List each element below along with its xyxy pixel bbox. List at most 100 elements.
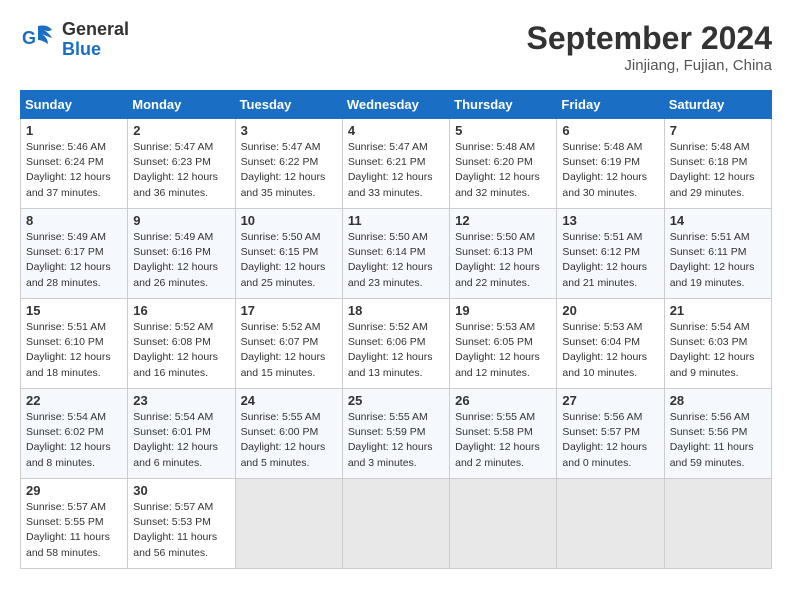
day-number: 25 xyxy=(348,393,444,408)
calendar-day: 26 Sunrise: 5:55 AMSunset: 5:58 PMDayligh… xyxy=(450,389,557,479)
header-monday: Monday xyxy=(128,91,235,119)
day-info: Sunrise: 5:55 AMSunset: 5:58 PMDaylight:… xyxy=(455,410,551,471)
page-header: G General Blue September 2024 Jinjiang, … xyxy=(20,20,772,74)
calendar-week-row: 8 Sunrise: 5:49 AMSunset: 6:17 PMDaylight… xyxy=(21,209,772,299)
day-number: 4 xyxy=(348,123,444,138)
header-thursday: Thursday xyxy=(450,91,557,119)
day-number: 19 xyxy=(455,303,551,318)
day-info: Sunrise: 5:49 AMSunset: 6:16 PMDaylight:… xyxy=(133,230,229,291)
location: Jinjiang, Fujian, China xyxy=(527,57,772,74)
calendar-day: 15 Sunrise: 5:51 AMSunset: 6:10 PMDayligh… xyxy=(21,299,128,389)
title-block: September 2024 Jinjiang, Fujian, China xyxy=(527,20,772,74)
calendar-day: 24 Sunrise: 5:55 AMSunset: 6:00 PMDayligh… xyxy=(235,389,342,479)
day-info: Sunrise: 5:54 AMSunset: 6:01 PMDaylight:… xyxy=(133,410,229,471)
calendar-day: 22 Sunrise: 5:54 AMSunset: 6:02 PMDayligh… xyxy=(21,389,128,479)
day-number: 14 xyxy=(670,213,766,228)
day-info: Sunrise: 5:47 AMSunset: 6:21 PMDaylight:… xyxy=(348,140,444,201)
day-info: Sunrise: 5:56 AMSunset: 5:57 PMDaylight:… xyxy=(562,410,658,471)
day-number: 22 xyxy=(26,393,122,408)
weekday-header-row: Sunday Monday Tuesday Wednesday Thursday… xyxy=(21,91,772,119)
calendar-week-row: 29Sunrise: 5:57 AMSunset: 5:55 PMDayligh… xyxy=(21,479,772,569)
header-saturday: Saturday xyxy=(664,91,771,119)
calendar-day: 5Sunrise: 5:48 AMSunset: 6:20 PMDaylight… xyxy=(450,119,557,209)
day-number: 18 xyxy=(348,303,444,318)
calendar-day: 29Sunrise: 5:57 AMSunset: 5:55 PMDayligh… xyxy=(21,479,128,569)
calendar-day: 12Sunrise: 5:50 AMSunset: 6:13 PMDayligh… xyxy=(450,209,557,299)
logo: G General Blue xyxy=(20,20,129,60)
svg-text:G: G xyxy=(22,28,36,48)
day-info: Sunrise: 5:50 AMSunset: 6:13 PMDaylight:… xyxy=(455,230,551,291)
calendar-day: 8 Sunrise: 5:49 AMSunset: 6:17 PMDaylight… xyxy=(21,209,128,299)
day-number: 5 xyxy=(455,123,551,138)
calendar-day-empty xyxy=(342,479,449,569)
calendar-day: 17 Sunrise: 5:52 AMSunset: 6:07 PMDayligh… xyxy=(235,299,342,389)
day-info: Sunrise: 5:52 AMSunset: 6:06 PMDaylight:… xyxy=(348,320,444,381)
day-info: Sunrise: 5:48 AMSunset: 6:19 PMDaylight:… xyxy=(562,140,658,201)
day-number: 8 xyxy=(26,213,122,228)
month-title: September 2024 xyxy=(527,20,772,57)
day-number: 28 xyxy=(670,393,766,408)
day-info: Sunrise: 5:50 AMSunset: 6:14 PMDaylight:… xyxy=(348,230,444,291)
day-number: 9 xyxy=(133,213,229,228)
day-info: Sunrise: 5:46 AMSunset: 6:24 PMDaylight:… xyxy=(26,140,122,201)
calendar-day: 10Sunrise: 5:50 AMSunset: 6:15 PMDayligh… xyxy=(235,209,342,299)
day-info: Sunrise: 5:51 AMSunset: 6:12 PMDaylight:… xyxy=(562,230,658,291)
day-number: 21 xyxy=(670,303,766,318)
calendar-week-row: 22 Sunrise: 5:54 AMSunset: 6:02 PMDayligh… xyxy=(21,389,772,479)
calendar-day: 25 Sunrise: 5:55 AMSunset: 5:59 PMDayligh… xyxy=(342,389,449,479)
calendar-day-empty xyxy=(557,479,664,569)
day-info: Sunrise: 5:52 AMSunset: 6:07 PMDaylight:… xyxy=(241,320,337,381)
calendar-table: Sunday Monday Tuesday Wednesday Thursday… xyxy=(20,90,772,569)
logo-icon: G xyxy=(20,22,56,58)
day-number: 17 xyxy=(241,303,337,318)
day-info: Sunrise: 5:53 AMSunset: 6:05 PMDaylight:… xyxy=(455,320,551,381)
day-info: Sunrise: 5:55 AMSunset: 6:00 PMDaylight:… xyxy=(241,410,337,471)
calendar-day: 14Sunrise: 5:51 AMSunset: 6:11 PMDayligh… xyxy=(664,209,771,299)
logo-line1: General xyxy=(62,20,129,40)
calendar-day-empty xyxy=(235,479,342,569)
day-number: 15 xyxy=(26,303,122,318)
day-number: 13 xyxy=(562,213,658,228)
header-tuesday: Tuesday xyxy=(235,91,342,119)
calendar-day: 13 Sunrise: 5:51 AMSunset: 6:12 PMDayligh… xyxy=(557,209,664,299)
day-number: 3 xyxy=(241,123,337,138)
day-number: 11 xyxy=(348,213,444,228)
day-info: Sunrise: 5:55 AMSunset: 5:59 PMDaylight:… xyxy=(348,410,444,471)
calendar-day: 27 Sunrise: 5:56 AMSunset: 5:57 PMDayligh… xyxy=(557,389,664,479)
day-number: 27 xyxy=(562,393,658,408)
day-info: Sunrise: 5:54 AMSunset: 6:03 PMDaylight:… xyxy=(670,320,766,381)
day-info: Sunrise: 5:56 AMSunset: 5:56 PMDaylight:… xyxy=(670,410,766,471)
day-info: Sunrise: 5:48 AMSunset: 6:18 PMDaylight:… xyxy=(670,140,766,201)
calendar-week-row: 15 Sunrise: 5:51 AMSunset: 6:10 PMDayligh… xyxy=(21,299,772,389)
day-info: Sunrise: 5:51 AMSunset: 6:10 PMDaylight:… xyxy=(26,320,122,381)
day-number: 24 xyxy=(241,393,337,408)
day-info: Sunrise: 5:49 AMSunset: 6:17 PMDaylight:… xyxy=(26,230,122,291)
header-sunday: Sunday xyxy=(21,91,128,119)
calendar-day: 18 Sunrise: 5:52 AMSunset: 6:06 PMDayligh… xyxy=(342,299,449,389)
calendar-day: 6Sunrise: 5:48 AMSunset: 6:19 PMDaylight… xyxy=(557,119,664,209)
calendar-day-empty xyxy=(664,479,771,569)
day-number: 26 xyxy=(455,393,551,408)
header-friday: Friday xyxy=(557,91,664,119)
calendar-day: 9 Sunrise: 5:49 AMSunset: 6:16 PMDaylight… xyxy=(128,209,235,299)
calendar-day: 4 Sunrise: 5:47 AMSunset: 6:21 PMDaylight… xyxy=(342,119,449,209)
calendar-day: 30 Sunrise: 5:57 AMSunset: 5:53 PMDayligh… xyxy=(128,479,235,569)
day-info: Sunrise: 5:53 AMSunset: 6:04 PMDaylight:… xyxy=(562,320,658,381)
day-number: 20 xyxy=(562,303,658,318)
calendar-day-empty xyxy=(450,479,557,569)
calendar-day: 7 Sunrise: 5:48 AMSunset: 6:18 PMDaylight… xyxy=(664,119,771,209)
day-info: Sunrise: 5:57 AMSunset: 5:55 PMDaylight:… xyxy=(26,500,122,561)
day-number: 1 xyxy=(26,123,122,138)
day-info: Sunrise: 5:47 AMSunset: 6:23 PMDaylight:… xyxy=(133,140,229,201)
calendar-week-row: 1 Sunrise: 5:46 AMSunset: 6:24 PMDaylight… xyxy=(21,119,772,209)
calendar-day: 28 Sunrise: 5:56 AMSunset: 5:56 PMDayligh… xyxy=(664,389,771,479)
day-number: 7 xyxy=(670,123,766,138)
logo-line2: Blue xyxy=(62,40,129,60)
day-info: Sunrise: 5:50 AMSunset: 6:15 PMDaylight:… xyxy=(241,230,337,291)
calendar-day: 11 Sunrise: 5:50 AMSunset: 6:14 PMDayligh… xyxy=(342,209,449,299)
day-number: 16 xyxy=(133,303,229,318)
day-info: Sunrise: 5:54 AMSunset: 6:02 PMDaylight:… xyxy=(26,410,122,471)
day-info: Sunrise: 5:47 AMSunset: 6:22 PMDaylight:… xyxy=(241,140,337,201)
day-info: Sunrise: 5:57 AMSunset: 5:53 PMDaylight:… xyxy=(133,500,229,561)
day-number: 30 xyxy=(133,483,229,498)
